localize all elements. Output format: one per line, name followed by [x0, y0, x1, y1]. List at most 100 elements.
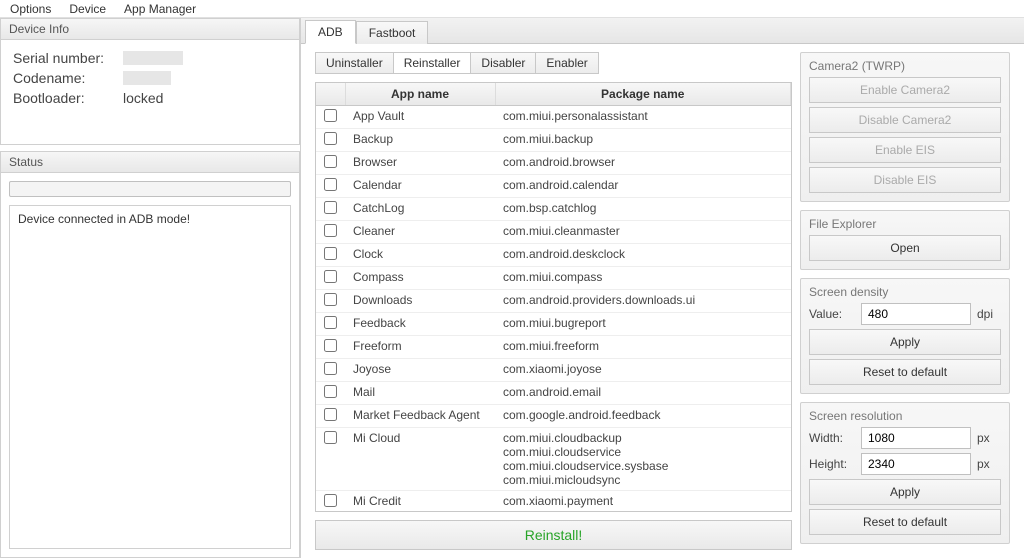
col-package-name[interactable]: Package name: [495, 83, 791, 106]
row-checkbox[interactable]: [324, 270, 337, 283]
resolution-apply-button[interactable]: Apply: [809, 479, 1001, 505]
app-name-cell: App Vault: [345, 106, 495, 129]
package-name-cell: com.xiaomi.payment: [495, 491, 791, 513]
density-value-label: Value:: [809, 307, 855, 321]
package-name-cell: com.google.android.feedback: [495, 405, 791, 428]
resolution-height-unit: px: [977, 457, 1001, 471]
table-row: Joyosecom.xiaomi.joyose: [316, 359, 791, 382]
main-tabstrip: ADB Fastboot: [301, 18, 1024, 44]
app-subtabs: Uninstaller Reinstaller Disabler Enabler: [315, 52, 792, 74]
row-checkbox[interactable]: [324, 224, 337, 237]
menu-app-manager[interactable]: App Manager: [124, 2, 196, 16]
app-name-cell: Market Feedback Agent: [345, 405, 495, 428]
subtab-reinstaller[interactable]: Reinstaller: [394, 52, 472, 74]
serial-value-redacted: [123, 51, 183, 65]
density-apply-button[interactable]: Apply: [809, 329, 1001, 355]
package-name-cell: com.miui.cloudbackup com.miui.cloudservi…: [495, 428, 791, 491]
row-checkbox[interactable]: [324, 408, 337, 421]
tab-adb[interactable]: ADB: [305, 20, 356, 44]
app-name-cell: Downloads: [345, 290, 495, 313]
table-row: Cleanercom.miui.cleanmaster: [316, 221, 791, 244]
menubar: Options Device App Manager: [0, 0, 1024, 18]
bootloader-value: locked: [123, 90, 163, 106]
package-name-cell: com.miui.personalassistant: [495, 106, 791, 129]
app-name-cell: Mi Cloud: [345, 428, 495, 491]
row-checkbox[interactable]: [324, 109, 337, 122]
enable-eis-button[interactable]: Enable EIS: [809, 137, 1001, 163]
bootloader-label: Bootloader:: [13, 90, 123, 106]
density-input[interactable]: [861, 303, 971, 325]
row-checkbox[interactable]: [324, 431, 337, 444]
app-table-container[interactable]: App name Package name App Vaultcom.miui.…: [315, 82, 792, 512]
table-row: Backupcom.miui.backup: [316, 129, 791, 152]
row-checkbox[interactable]: [324, 316, 337, 329]
file-explorer-title: File Explorer: [809, 217, 1001, 231]
status-text: Device connected in ADB mode!: [9, 205, 291, 549]
resolution-width-unit: px: [977, 431, 1001, 445]
table-row: Market Feedback Agentcom.google.android.…: [316, 405, 791, 428]
table-row: Mailcom.android.email: [316, 382, 791, 405]
app-name-cell: Cleaner: [345, 221, 495, 244]
package-name-cell: com.android.providers.downloads.ui: [495, 290, 791, 313]
resolution-reset-button[interactable]: Reset to default: [809, 509, 1001, 535]
row-checkbox[interactable]: [324, 247, 337, 260]
app-name-cell: Backup: [345, 129, 495, 152]
table-row: Browsercom.android.browser: [316, 152, 791, 175]
resolution-height-input[interactable]: [861, 453, 971, 475]
package-name-cell: com.miui.compass: [495, 267, 791, 290]
table-row: App Vaultcom.miui.personalassistant: [316, 106, 791, 129]
package-name-cell: com.miui.freeform: [495, 336, 791, 359]
table-row: CatchLogcom.bsp.catchlog: [316, 198, 791, 221]
app-name-cell: Mi Credit: [345, 491, 495, 513]
table-row: Clockcom.android.deskclock: [316, 244, 791, 267]
menu-device[interactable]: Device: [69, 2, 106, 16]
camera2-title: Camera2 (TWRP): [809, 59, 1001, 73]
subtab-disabler[interactable]: Disabler: [471, 52, 536, 74]
row-checkbox[interactable]: [324, 339, 337, 352]
app-name-cell: Calendar: [345, 175, 495, 198]
app-name-cell: Mail: [345, 382, 495, 405]
density-reset-button[interactable]: Reset to default: [809, 359, 1001, 385]
codename-value-redacted: [123, 71, 171, 85]
row-checkbox[interactable]: [324, 293, 337, 306]
col-app-name[interactable]: App name: [345, 83, 495, 106]
app-name-cell: Compass: [345, 267, 495, 290]
table-row: Freeformcom.miui.freeform: [316, 336, 791, 359]
subtab-enabler[interactable]: Enabler: [536, 52, 598, 74]
device-info-title: Device Info: [0, 18, 300, 40]
menu-options[interactable]: Options: [10, 2, 51, 16]
package-name-cell: com.android.deskclock: [495, 244, 791, 267]
status-panel: Device connected in ADB mode!: [0, 173, 300, 558]
package-name-cell: com.android.calendar: [495, 175, 791, 198]
app-name-cell: Feedback: [345, 313, 495, 336]
row-checkbox[interactable]: [324, 494, 337, 507]
app-name-cell: Freeform: [345, 336, 495, 359]
row-checkbox[interactable]: [324, 362, 337, 375]
package-name-cell: com.miui.bugreport: [495, 313, 791, 336]
package-name-cell: com.miui.backup: [495, 129, 791, 152]
table-row: Mi Creditcom.xiaomi.payment: [316, 491, 791, 513]
density-title: Screen density: [809, 285, 1001, 299]
reinstall-button[interactable]: Reinstall!: [315, 520, 792, 550]
package-name-cell: com.android.browser: [495, 152, 791, 175]
row-checkbox[interactable]: [324, 155, 337, 168]
app-table: App name Package name App Vaultcom.miui.…: [316, 83, 791, 512]
table-row: Compasscom.miui.compass: [316, 267, 791, 290]
file-explorer-group: File Explorer Open: [800, 210, 1010, 270]
open-file-explorer-button[interactable]: Open: [809, 235, 1001, 261]
app-name-cell: Browser: [345, 152, 495, 175]
app-name-cell: Clock: [345, 244, 495, 267]
row-checkbox[interactable]: [324, 201, 337, 214]
disable-camera2-button[interactable]: Disable Camera2: [809, 107, 1001, 133]
disable-eis-button[interactable]: Disable EIS: [809, 167, 1001, 193]
row-checkbox[interactable]: [324, 178, 337, 191]
tab-fastboot[interactable]: Fastboot: [356, 21, 429, 44]
row-checkbox[interactable]: [324, 385, 337, 398]
resolution-width-input[interactable]: [861, 427, 971, 449]
enable-camera2-button[interactable]: Enable Camera2: [809, 77, 1001, 103]
camera2-group: Camera2 (TWRP) Enable Camera2 Disable Ca…: [800, 52, 1010, 202]
subtab-uninstaller[interactable]: Uninstaller: [315, 52, 394, 74]
resolution-width-label: Width:: [809, 431, 855, 445]
package-name-cell: com.miui.cleanmaster: [495, 221, 791, 244]
row-checkbox[interactable]: [324, 132, 337, 145]
